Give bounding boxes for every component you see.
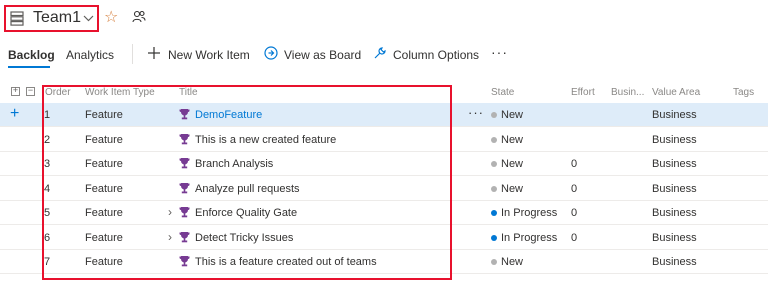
team-name[interactable]: Team1 — [33, 9, 81, 27]
cell-effort: 0 — [571, 207, 578, 219]
column-header-order[interactable]: Order — [45, 87, 71, 98]
cell-state: In Progress — [501, 231, 558, 244]
state-indicator — [491, 210, 497, 216]
table-row[interactable]: + ··· 1 Feature DemoFeature New Business — [0, 103, 768, 127]
column-options-button[interactable]: Column Options — [393, 48, 479, 62]
cell-value-area: Business — [652, 158, 697, 170]
add-child-icon[interactable]: + — [10, 105, 19, 123]
plus-icon[interactable] — [148, 46, 160, 63]
table-row[interactable]: 7 Feature This is a feature created out of… — [0, 250, 768, 274]
column-header-title[interactable]: Title — [179, 87, 198, 98]
state-indicator — [491, 185, 497, 192]
cell-type: Feature — [85, 256, 123, 268]
expand-all-button[interactable]: + — [11, 85, 20, 96]
new-work-item-button[interactable]: New Work Item — [168, 48, 250, 62]
cell-title[interactable]: This is a feature created out of teams — [195, 256, 377, 268]
feature-trophy-icon — [179, 108, 190, 123]
cell-title[interactable]: Analyze pull requests — [195, 183, 300, 195]
cell-type: Feature — [85, 207, 123, 219]
feature-trophy-icon — [179, 157, 190, 172]
cell-state: New — [501, 109, 524, 121]
column-header-type[interactable]: Work Item Type — [85, 87, 155, 98]
cell-effort: 0 — [571, 158, 578, 170]
cell-title[interactable]: Enforce Quality Gate — [195, 207, 297, 219]
state-indicator — [491, 136, 497, 143]
wrench-icon[interactable] — [373, 46, 387, 63]
cell-type: Feature — [85, 133, 123, 146]
cell-value-area: Business — [652, 182, 697, 195]
cell-state: New — [501, 256, 524, 268]
column-header-effort[interactable]: Effort — [571, 87, 595, 98]
table-row[interactable]: 2 Feature This is a new created feature New… — [0, 128, 768, 152]
column-header-state[interactable]: State — [491, 87, 514, 98]
feature-trophy-icon — [179, 182, 190, 197]
table-row[interactable]: 4 Feature Analyze pull requests New 0 Busines… — [0, 177, 768, 201]
view-as-board-button[interactable]: View as Board — [284, 48, 361, 62]
column-header-business[interactable]: Busin... — [611, 87, 644, 98]
cell-state: New — [501, 158, 524, 170]
cell-state: In Progress — [501, 207, 558, 219]
table-row[interactable]: 5 Feature › Enforce Quality Gate In Progress… — [0, 201, 768, 225]
table-row[interactable]: 6 Feature › Detect Tricky Issues In Progress… — [0, 226, 768, 250]
cell-title[interactable]: This is a new created feature — [195, 134, 336, 146]
expand-chevron-icon[interactable]: › — [168, 230, 172, 244]
feature-trophy-icon — [179, 206, 190, 221]
cell-value-area: Business — [652, 231, 697, 244]
cell-state: New — [501, 133, 524, 146]
column-header-value-area[interactable]: Value Area — [652, 87, 700, 98]
cell-type: Feature — [85, 231, 123, 244]
chevron-down-icon[interactable] — [83, 13, 94, 25]
cell-value-area: Business — [652, 109, 697, 121]
toolbar-divider — [132, 44, 133, 64]
expand-chevron-icon[interactable]: › — [168, 205, 172, 219]
cell-order: 2 — [44, 133, 51, 146]
cell-title[interactable]: DemoFeature — [195, 109, 262, 121]
cell-state: New — [501, 182, 524, 195]
cell-order: 4 — [44, 182, 51, 195]
cell-value-area: Business — [652, 133, 697, 146]
state-indicator — [491, 259, 497, 265]
table-row[interactable]: 3 Feature Branch Analysis New 0 Business — [0, 152, 768, 176]
feature-trophy-icon — [179, 133, 190, 148]
cell-title[interactable]: Detect Tricky Issues — [195, 232, 293, 244]
tab-backlog[interactable]: Backlog — [8, 48, 55, 62]
cell-order: 3 — [44, 158, 51, 170]
cell-effort: 0 — [571, 231, 578, 244]
backlog-icon — [10, 11, 24, 29]
team-members-icon[interactable] — [132, 10, 146, 27]
cell-value-area: Business — [652, 207, 697, 219]
cell-effort: 0 — [571, 182, 578, 195]
view-board-icon[interactable] — [264, 46, 278, 63]
column-header-tags[interactable]: Tags — [733, 87, 754, 98]
state-indicator — [491, 161, 497, 167]
cell-type: Feature — [85, 182, 123, 195]
cell-title[interactable]: Branch Analysis — [195, 158, 273, 170]
cell-type: Feature — [85, 109, 123, 121]
cell-type: Feature — [85, 158, 123, 170]
more-actions-button[interactable]: ··· — [491, 44, 508, 60]
tab-backlog-active-indicator — [8, 66, 50, 68]
cell-order: 7 — [44, 256, 51, 268]
state-indicator — [491, 234, 497, 241]
row-more-actions-icon[interactable]: ··· — [468, 105, 484, 120]
favorite-star-icon[interactable]: ☆ — [104, 7, 118, 27]
cell-order: 5 — [44, 207, 51, 219]
feature-trophy-icon — [179, 231, 190, 246]
cell-order: 1 — [44, 109, 51, 121]
cell-value-area: Business — [652, 256, 697, 268]
tab-analytics[interactable]: Analytics — [66, 48, 114, 62]
collapse-all-button[interactable]: − — [26, 85, 35, 96]
feature-trophy-icon — [179, 255, 190, 270]
state-indicator — [491, 112, 497, 118]
cell-order: 6 — [44, 231, 51, 244]
